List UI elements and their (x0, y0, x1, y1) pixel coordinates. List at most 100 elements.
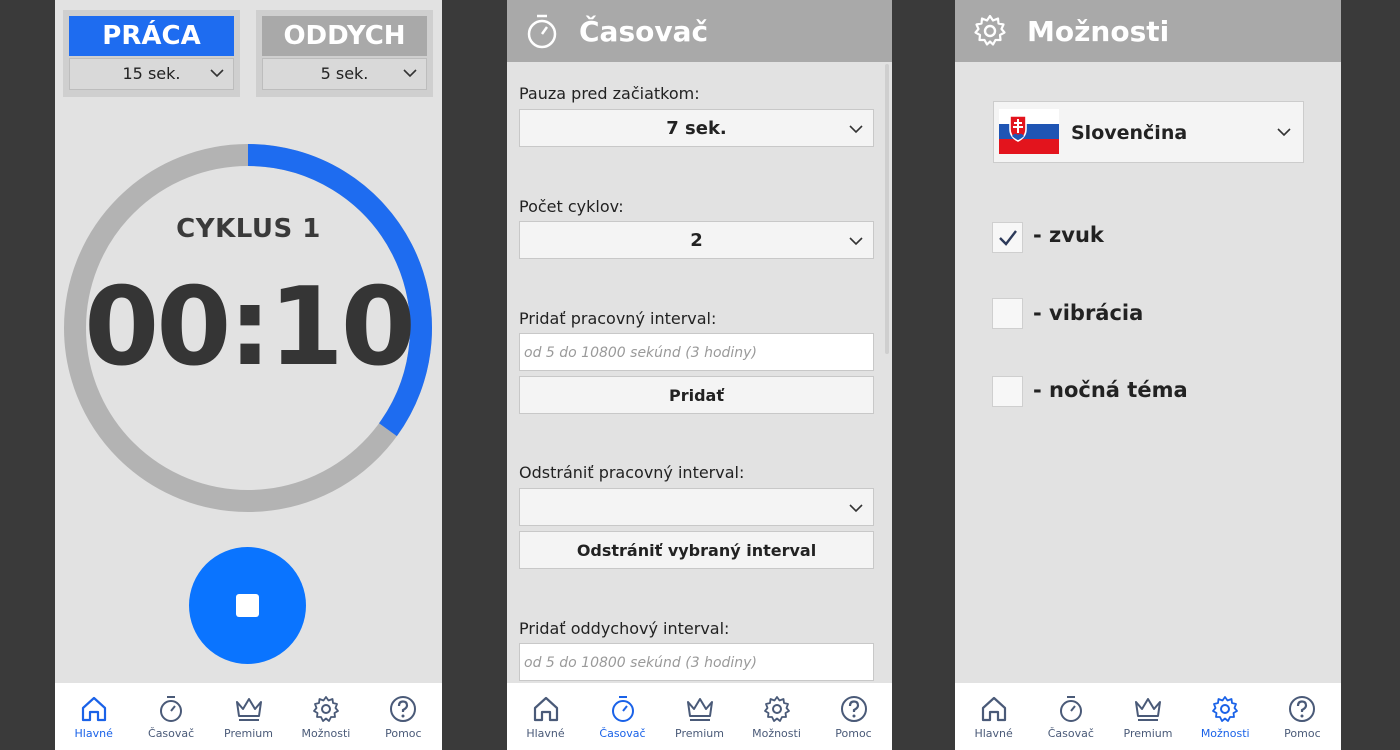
add-work-label: Pridať pracovný interval: (519, 309, 717, 328)
nav-help[interactable]: Pomoc (365, 683, 442, 750)
nav-premium[interactable]: Premium (210, 683, 287, 750)
home-icon (533, 696, 558, 722)
gear-icon (974, 14, 1006, 46)
options-screen: Možnosti Slovenčina - zvuk - vibrácia - … (955, 0, 1341, 750)
rest-duration-value: 5 sek. (320, 64, 369, 83)
nav-timer-label: Časovač (599, 727, 646, 740)
nav-help[interactable]: Pomoc (1264, 683, 1341, 750)
work-duration-select[interactable]: 15 sek. (69, 58, 234, 90)
work-mode-panel: PRÁCA 15 sek. (63, 10, 240, 97)
nav-options[interactable]: Možnosti (1187, 683, 1264, 750)
work-mode-label[interactable]: PRÁCA (69, 16, 234, 56)
crown-icon (235, 698, 262, 721)
cycle-label: CYKLUS 1 (176, 214, 321, 244)
page-title: Možnosti (1027, 15, 1170, 48)
work-duration-value: 15 sek. (122, 64, 181, 83)
gear-icon (313, 696, 339, 722)
bottom-nav: Hlavné Časovač Premium Možnosti Pomoc (507, 683, 892, 750)
page-title: Časovač (579, 15, 709, 48)
bottom-nav: Hlavné Časovač Premium Možnosti Pomoc (955, 683, 1341, 750)
rest-mode-panel: ODDYCH 5 sek. (256, 10, 433, 97)
nav-timer[interactable]: Časovač (132, 683, 209, 750)
stop-icon (236, 594, 259, 617)
stop-button[interactable] (189, 547, 306, 664)
nav-help-label: Pomoc (1284, 727, 1321, 740)
chevron-down-icon (210, 69, 224, 78)
nav-help-label: Pomoc (835, 727, 872, 740)
rest-mode-label[interactable]: ODDYCH (262, 16, 427, 56)
nav-options-label: Možnosti (1200, 727, 1250, 740)
sound-label: - zvuk (1033, 223, 1104, 247)
night-theme-checkbox[interactable] (992, 376, 1023, 407)
help-icon (390, 696, 417, 722)
cycles-label: Počet cyklov: (519, 197, 624, 216)
timer-screen: Časovač Pauza pred začiatkom: 7 sek. Poč… (507, 0, 892, 750)
vibration-checkbox[interactable] (992, 298, 1023, 329)
chevron-down-icon (849, 125, 863, 134)
chevron-down-icon (849, 237, 863, 246)
stopwatch-icon (527, 14, 557, 49)
nav-home[interactable]: Hlavné (55, 683, 132, 750)
nav-timer-label: Časovač (1047, 727, 1094, 740)
language-select[interactable]: Slovenčina (993, 101, 1304, 163)
vibration-label: - vibrácia (1033, 301, 1144, 325)
cycles-select[interactable]: 2 (519, 221, 874, 259)
scrollbar[interactable] (885, 64, 889, 354)
timer-header: Časovač (507, 0, 892, 62)
cycles-value: 2 (690, 230, 703, 251)
stopwatch-icon (611, 696, 634, 722)
nav-options-label: Možnosti (301, 727, 351, 740)
add-button[interactable]: Pridať (519, 376, 874, 414)
night-theme-label: - nočná téma (1033, 378, 1188, 402)
pause-value: 7 sek. (666, 118, 727, 139)
remove-work-select[interactable] (519, 488, 874, 526)
nav-timer-label: Časovač (148, 727, 195, 740)
nav-help[interactable]: Pomoc (815, 683, 892, 750)
add-rest-label: Pridať oddychový interval: (519, 619, 730, 638)
add-work-input[interactable]: od 5 do 10800 sekúnd (3 hodiny) (519, 333, 874, 371)
nav-premium-label: Premium (1123, 727, 1173, 740)
help-icon (840, 696, 867, 722)
home-icon (81, 696, 106, 722)
nav-help-label: Pomoc (385, 727, 422, 740)
gear-icon (763, 696, 790, 722)
home-icon (981, 696, 1006, 722)
main-screen: PRÁCA 15 sek. ODDYCH 5 sek. CYKLUS 1 00:… (55, 0, 442, 750)
nav-premium[interactable]: Premium (1109, 683, 1186, 750)
nav-options[interactable]: Možnosti (287, 683, 364, 750)
help-icon (1289, 696, 1316, 722)
nav-home-label: Hlavné (526, 727, 565, 740)
add-rest-input[interactable]: od 5 do 10800 sekúnd (3 hodiny) (519, 643, 874, 681)
nav-home-label: Hlavné (74, 727, 113, 740)
nav-options-label: Možnosti (752, 727, 801, 740)
checkmark-icon (999, 230, 1017, 246)
nav-premium-label: Premium (224, 727, 273, 740)
crown-icon (686, 698, 713, 721)
sound-checkbox[interactable] (992, 222, 1023, 253)
stopwatch-icon (1059, 696, 1082, 722)
gear-icon (1212, 696, 1239, 722)
stopwatch-icon (160, 696, 183, 722)
nav-home[interactable]: Hlavné (507, 683, 584, 750)
language-value: Slovenčina (1071, 122, 1188, 144)
nav-home-label: Hlavné (974, 727, 1013, 740)
chevron-down-icon (849, 504, 863, 513)
rest-duration-select[interactable]: 5 sek. (262, 58, 427, 90)
remove-button[interactable]: Odstrániť vybraný interval (519, 531, 874, 569)
chevron-down-icon (403, 69, 417, 78)
slovak-flag-icon (999, 109, 1059, 154)
nav-timer[interactable]: Časovač (584, 683, 661, 750)
nav-options[interactable]: Možnosti (738, 683, 815, 750)
nav-timer[interactable]: Časovač (1032, 683, 1109, 750)
nav-premium[interactable]: Premium (661, 683, 738, 750)
nav-premium-label: Premium (675, 727, 724, 740)
countdown-time: 00:10 (84, 265, 416, 390)
options-header: Možnosti (955, 0, 1341, 62)
chevron-down-icon (1277, 128, 1291, 137)
nav-home[interactable]: Hlavné (955, 683, 1032, 750)
bottom-nav: Hlavné Časovač Premium Možnosti Pomoc (55, 683, 442, 750)
pause-label: Pauza pred začiatkom: (519, 84, 700, 103)
pause-select[interactable]: 7 sek. (519, 109, 874, 147)
crown-icon (1135, 698, 1161, 721)
remove-work-label: Odstrániť pracovný interval: (519, 463, 745, 482)
